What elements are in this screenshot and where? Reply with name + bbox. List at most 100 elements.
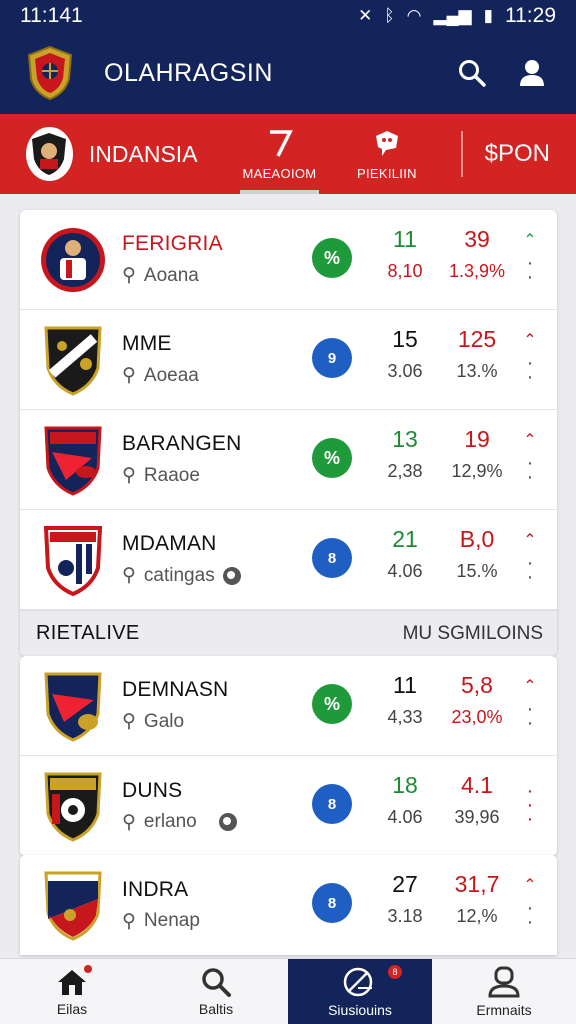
trend-up-icon: ⌃: [523, 877, 537, 894]
team-subtitle: catingas: [143, 564, 215, 586]
team-crest-icon: [38, 323, 108, 397]
tab-piekiliin[interactable]: PIEKILIIN: [333, 114, 440, 194]
notification-badge: 8: [388, 965, 402, 979]
team-name: FERIGRIA: [122, 232, 223, 255]
location-pin-icon: ⚲: [122, 565, 136, 586]
row-menu-button[interactable]: · · ·: [520, 778, 540, 830]
profile-icon: [488, 966, 520, 998]
signal-icon: ▂▄▆: [433, 6, 472, 25]
stat-secondary-sub: 1.3,9%: [448, 261, 506, 281]
stat-secondary: 39: [464, 226, 490, 252]
stat-secondary: 125: [457, 326, 497, 352]
row-menu-button[interactable]: ⌃ · ·: [520, 877, 540, 932]
stat-primary: 15: [392, 326, 418, 352]
nav-item-matches[interactable]: 8 Siusiouins: [288, 959, 432, 1024]
live-indicator-icon: [218, 813, 237, 831]
profile-button[interactable]: [512, 53, 552, 93]
status-bar: 11:141 ✕ ᛒ ◠ ▂▄▆ ▮ 11:29: [0, 0, 576, 32]
percent-badge-icon: %: [312, 684, 352, 724]
location-pin-icon: ⚲: [122, 910, 136, 932]
live-indicator-icon: [222, 566, 241, 585]
location-pin-icon: ⚲: [122, 811, 136, 833]
search-button[interactable]: [452, 53, 492, 93]
app-crest-logo: [24, 45, 76, 101]
team-name: DUNS: [122, 778, 183, 802]
nav-item-search[interactable]: Baltis: [144, 959, 288, 1024]
chat-icon: [375, 130, 398, 156]
stat-secondary-sub: 39,96: [454, 807, 500, 827]
more-dots-icon: · · ·: [526, 780, 534, 830]
seven-icon: [270, 129, 294, 157]
app-header: OLAHRAGSIN: [0, 32, 576, 114]
spon-button[interactable]: $PON: [485, 140, 550, 168]
nav-label: Eilas: [56, 1001, 88, 1017]
row-menu-button[interactable]: ⌃ · ·: [520, 532, 540, 588]
trend-up-icon: ⌃: [523, 532, 537, 549]
stat-secondary-sub: 12,%: [456, 906, 498, 926]
stat-secondary: 5,8: [461, 672, 493, 698]
trend-up-icon: ⌃: [523, 232, 537, 249]
row-menu-button[interactable]: ⌃ · ·: [520, 678, 540, 734]
team-row[interactable]: MME ⚲ Aoeaa 9 15 3.06 125 13.% ⌃ · ·: [20, 310, 557, 410]
stat-secondary-sub: 13.%: [456, 361, 498, 381]
stat-primary: 11: [393, 672, 417, 698]
nav-item-home[interactable]: Eilas: [0, 959, 144, 1024]
team-row[interactable]: MDAMAN ⚲ catingas 8 21 4.06 B,0 15.% ⌃ · ·: [20, 510, 557, 610]
number-badge-icon: 9: [312, 338, 352, 378]
team-crest-icon: [38, 423, 108, 497]
team-row[interactable]: FERIGRIA ⚲ Aoana % 11 8,10 39 1.3,9% ⌃ · ·: [20, 210, 557, 310]
stat-primary-sub: 4,33: [387, 707, 423, 727]
search-icon: [202, 968, 231, 997]
team-row[interactable]: DUNS ⚲ erlano 8 18 4.06 4.1 39,96 · · ·: [20, 756, 557, 856]
row-menu-button[interactable]: ⌃ · ·: [520, 332, 540, 387]
nav-label: Baltis: [198, 1001, 234, 1017]
more-dots-icon: · ·: [526, 552, 534, 588]
more-dots-icon: · ·: [526, 452, 534, 488]
stat-primary-sub: 2,38: [387, 461, 423, 481]
standings-card-1: FERIGRIA ⚲ Aoana % 11 8,10 39 1.3,9% ⌃ · · MM…: [20, 210, 557, 656]
section-header: RIETALIVE MU SGMILOINS: [20, 610, 557, 656]
mute-icon: ✕: [358, 6, 373, 25]
stat-primary: 21: [392, 526, 418, 552]
status-time-left: 11:141: [20, 4, 83, 27]
team-crest-icon: [38, 223, 108, 297]
row-menu-button[interactable]: ⌃ · ·: [520, 232, 540, 287]
team-subtitle: erlano: [143, 811, 197, 832]
location-pin-icon: ⚲: [122, 465, 136, 486]
team-crest-icon: [38, 523, 108, 597]
trend-up-icon: ⌃: [523, 678, 537, 695]
team-crest-icon: [38, 769, 108, 843]
search-icon: [459, 60, 486, 87]
location-pin-icon: ⚲: [122, 265, 136, 286]
stat-primary: 18: [392, 772, 418, 798]
profile-icon: [520, 60, 544, 86]
stat-secondary-sub: 23,0%: [451, 707, 503, 727]
subheader-team-name: INDANSIA: [88, 140, 198, 167]
nav-label: Ermnaits: [476, 1002, 532, 1018]
standings-card-3: INDRA ⚲ Nenap 8 27 3.18 31,7 12,% ⌃ · ·: [20, 855, 557, 955]
section-link[interactable]: MU SGMILOINS: [403, 623, 543, 645]
stat-primary-sub: 4.06: [387, 807, 423, 827]
stat-primary: 27: [392, 871, 418, 897]
stat-secondary-sub: 12,9%: [451, 461, 503, 481]
more-dots-icon: · ·: [526, 698, 534, 734]
location-pin-icon: ⚲: [122, 365, 136, 386]
team-row[interactable]: INDRA ⚲ Nenap 8 27 3.18 31,7 12,% ⌃ · ·: [20, 855, 557, 955]
nav-item-profile[interactable]: Ermnaits: [432, 959, 576, 1024]
number-badge-icon: 8: [312, 538, 352, 578]
status-time-right: 11:29: [505, 4, 556, 27]
team-row[interactable]: DEMNASN ⚲ Galo % 11 4,33 5,8 23,0% ⌃ · ·: [20, 656, 557, 756]
row-menu-button[interactable]: ⌃ · ·: [520, 432, 540, 488]
stat-secondary: 4.1: [461, 772, 493, 798]
team-subtitle: Raaoe: [143, 464, 200, 486]
team-subtitle: Nenap: [143, 910, 200, 931]
team-subtitle: Aoana: [143, 264, 199, 286]
tab-label: PIEKILIIN: [357, 165, 417, 181]
team-row[interactable]: BARANGEN ⚲ Raaoe % 13 2,38 19 12,9% ⌃ · ·: [20, 410, 557, 510]
bluetooth-icon: ᛒ: [384, 6, 395, 25]
team-name: MDAMAN: [122, 532, 217, 555]
team-crest-icon: [38, 868, 108, 942]
tab-maeaoiom[interactable]: MAEAOIOM: [226, 114, 333, 194]
tab-label: MAEAOIOM: [242, 165, 317, 181]
stat-primary-sub: 4.06: [387, 561, 423, 581]
